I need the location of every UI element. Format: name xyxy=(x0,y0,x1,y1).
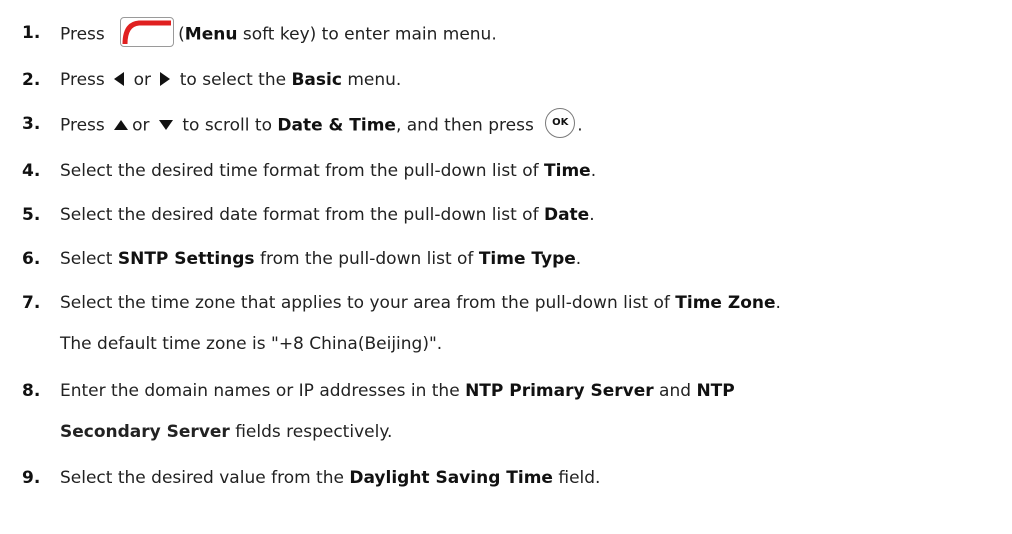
step-text-tail: fields respectively. xyxy=(229,422,393,442)
step-text: Select the desired time format from the … xyxy=(60,160,596,182)
menu-soft-key-icon xyxy=(120,17,175,47)
step-text-tail: . xyxy=(590,161,597,181)
step-bold-date-time: Date & Time xyxy=(277,115,396,136)
step-text-post: to scroll to xyxy=(182,115,272,136)
step-text-mid: and xyxy=(653,381,697,401)
up-arrow-icon xyxy=(114,119,129,130)
step-text-pre: Press xyxy=(60,115,105,136)
step-text-tail: . xyxy=(589,205,595,225)
step-text-pre: Select the time zone that applies to you… xyxy=(60,293,676,313)
step-text: Select the desired value from the Daylig… xyxy=(60,467,600,489)
step-text-tail: . xyxy=(575,249,582,269)
step-bold-time-zone: Time Zone xyxy=(675,293,776,313)
step-text: Press or to select the Basic menu. xyxy=(60,69,401,91)
step-number: 2. xyxy=(22,70,41,90)
step-bold-secondary-server: Secondary Server xyxy=(60,422,230,442)
step-text-mid: from the pull-down list of xyxy=(254,249,479,269)
step-text-pre: Press xyxy=(60,70,105,90)
step-text-pre: Select the desired date format from the … xyxy=(60,205,544,225)
step-text-tail: , and then press xyxy=(395,115,534,136)
step-bold-time-type: Time Type xyxy=(478,249,576,269)
left-arrow-icon xyxy=(114,72,125,86)
step-number: 5. xyxy=(22,205,41,225)
step-text-pre: Select the desired time format from the … xyxy=(60,161,545,181)
down-arrow-icon xyxy=(158,119,173,130)
step-text-tail: field. xyxy=(552,468,601,488)
step-text: Select SNTP Settings from the pull-down … xyxy=(60,248,581,270)
step-text-tail: menu. xyxy=(341,70,402,90)
step-text: Press (Menu soft key) to enter main menu… xyxy=(60,17,497,47)
step-bold-ntp-primary-server: NTP Primary Server xyxy=(465,381,654,401)
step-text-mid: or xyxy=(133,70,151,90)
step-bold-time: Time xyxy=(544,161,591,181)
step-text: Select the time zone that applies to you… xyxy=(60,292,781,314)
step-7-note: The default time zone is "+8 China(Beiji… xyxy=(60,334,443,354)
step-number: 3. xyxy=(22,114,41,134)
step-bold-menu: Menu xyxy=(184,24,238,45)
step-number: 6. xyxy=(22,249,41,269)
step-text: Press or to scroll to Date & Time, and t… xyxy=(60,108,583,138)
step-number: 1. xyxy=(22,23,41,43)
step-number: 9. xyxy=(22,468,41,488)
step-text-mid: or xyxy=(132,115,150,136)
step-text-end: . xyxy=(577,115,583,136)
step-text-pre: Select the desired value from the xyxy=(60,468,350,488)
step-text-pre: Enter the domain names or IP addresses i… xyxy=(60,381,466,401)
right-arrow-icon xyxy=(160,72,171,86)
ok-key-icon: OK xyxy=(545,108,576,138)
step-number: 8. xyxy=(22,381,41,401)
step-number: 4. xyxy=(22,161,41,181)
step-text: Select the desired date format from the … xyxy=(60,204,595,226)
step-text-post: to select the xyxy=(179,70,287,90)
step-text-tail: . xyxy=(775,293,781,313)
step-bold-sntp-settings: SNTP Settings xyxy=(117,249,255,269)
step-number: 7. xyxy=(22,293,41,313)
step-bold-date: Date xyxy=(543,205,590,225)
step-bold-ntp: NTP xyxy=(696,381,735,401)
step-text-pre: Select xyxy=(60,249,118,269)
step-text-pre: Press xyxy=(60,24,105,45)
step-bold-basic: Basic xyxy=(291,70,342,90)
step-bold-daylight-saving-time: Daylight Saving Time xyxy=(349,468,553,488)
step-text: Enter the domain names or IP addresses i… xyxy=(60,380,735,402)
step-text-post: soft key) to enter main menu. xyxy=(237,24,497,45)
step-8-continuation: Secondary Server fields respectively. xyxy=(60,421,392,443)
step-text-paren: ( xyxy=(178,24,185,45)
